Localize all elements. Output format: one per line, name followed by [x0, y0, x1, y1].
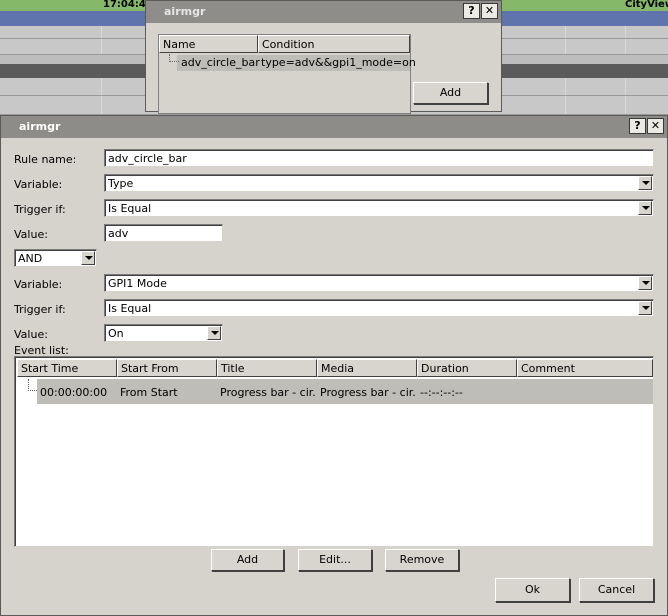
- column-header-start-time[interactable]: Start Time: [17, 359, 117, 377]
- column-header-comment[interactable]: Comment: [517, 359, 653, 377]
- trigger-select-1[interactable]: Is Equal: [104, 199, 654, 217]
- chevron-down-icon[interactable]: [638, 176, 652, 190]
- rule-list-dialog: airmgr ? ✕ Name Condition adv_circle_bar…: [145, 0, 502, 114]
- rule-condition-cell: type=adv&&gpi1_mode=on: [261, 56, 416, 69]
- chevron-down-icon[interactable]: [638, 276, 652, 290]
- tree-connector: [169, 54, 179, 62]
- rule-name-cell: adv_circle_bar: [181, 56, 260, 69]
- event-title-cell: Progress bar - cir...: [220, 386, 315, 399]
- rule-list-title: airmgr: [164, 5, 206, 18]
- variable-label: Variable:: [14, 278, 63, 291]
- value-label: Value:: [14, 328, 48, 341]
- trigger-label: Trigger if:: [14, 303, 66, 316]
- variable-select-1[interactable]: Type: [104, 174, 654, 192]
- chevron-down-icon[interactable]: [638, 201, 652, 215]
- background-app-name: CityView: [625, 0, 668, 10]
- rule-editor-titlebar: airmgr: [1, 116, 667, 138]
- rule-list-table: Name Condition adv_circle_bar type=adv&&…: [158, 34, 416, 114]
- cancel-button[interactable]: Cancel: [579, 578, 654, 602]
- trigger-label: Trigger if:: [14, 203, 66, 216]
- background-time: 17:04:4: [103, 0, 146, 10]
- event-list-table: Start Time Start From Title Media Durati…: [14, 356, 654, 547]
- help-button[interactable]: ?: [629, 118, 646, 134]
- add-event-button[interactable]: Add: [211, 549, 284, 571]
- variable-select-2-value: GPI1 Mode: [108, 277, 167, 290]
- chevron-down-icon[interactable]: [81, 251, 95, 265]
- trigger-select-1-value: Is Equal: [108, 202, 152, 215]
- add-rule-button[interactable]: Add: [413, 82, 488, 104]
- rule-name-input[interactable]: adv_circle_bar: [104, 149, 654, 167]
- remove-event-button[interactable]: Remove: [385, 549, 459, 571]
- column-header-title[interactable]: Title: [217, 359, 317, 377]
- column-header-media[interactable]: Media: [317, 359, 417, 377]
- column-header-duration[interactable]: Duration: [417, 359, 517, 377]
- help-button[interactable]: ?: [463, 3, 480, 19]
- column-header-start-from[interactable]: Start From: [117, 359, 217, 377]
- rule-editor-dialog: airmgr ? ✕ Rule name: adv_circle_bar Var…: [0, 115, 668, 616]
- event-start-from-cell: From Start: [120, 386, 178, 399]
- event-start-time-cell: 00:00:00:00: [40, 386, 108, 399]
- variable-select-2[interactable]: GPI1 Mode: [104, 274, 654, 292]
- value-input-1[interactable]: adv: [104, 224, 223, 242]
- value-select-2[interactable]: On: [104, 324, 223, 342]
- chevron-down-icon[interactable]: [207, 326, 221, 340]
- variable-label: Variable:: [14, 178, 63, 191]
- column-header-name[interactable]: Name: [159, 35, 258, 53]
- trigger-select-2-value: Is Equal: [108, 302, 152, 315]
- value-select-2-value: On: [108, 327, 124, 340]
- value-label: Value:: [14, 228, 48, 241]
- close-button[interactable]: ✕: [481, 3, 498, 19]
- close-button[interactable]: ✕: [647, 118, 664, 134]
- ok-button[interactable]: Ok: [495, 578, 570, 602]
- tree-connector: [28, 379, 37, 391]
- variable-select-1-value: Type: [108, 177, 134, 190]
- event-media-cell: Progress bar - cir...: [320, 386, 415, 399]
- logic-operator-value: AND: [18, 252, 43, 265]
- event-duration-cell: --:--:--:--: [420, 386, 463, 399]
- edit-event-button[interactable]: Edit...: [298, 549, 372, 571]
- rule-list-titlebar: airmgr: [146, 1, 501, 23]
- rule-editor-title: airmgr: [19, 120, 61, 133]
- logic-operator-select[interactable]: AND: [14, 249, 97, 267]
- rule-name-label: Rule name:: [14, 153, 77, 166]
- chevron-down-icon[interactable]: [638, 301, 652, 315]
- column-header-condition[interactable]: Condition: [258, 35, 410, 53]
- trigger-select-2[interactable]: Is Equal: [104, 299, 654, 317]
